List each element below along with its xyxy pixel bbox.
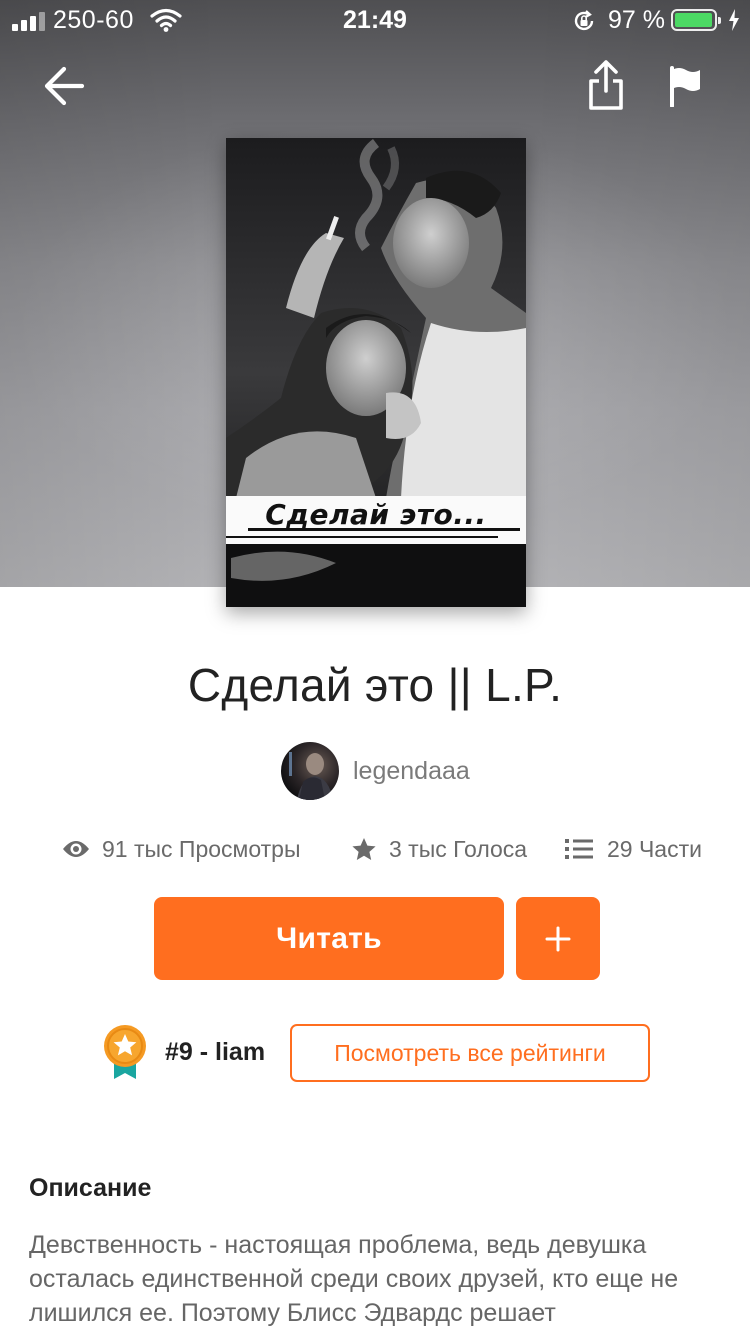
- list-icon: [565, 838, 595, 860]
- author-name[interactable]: legendaaa: [353, 757, 470, 786]
- share-icon: [589, 60, 623, 110]
- votes-count: 3 тыс Голоса: [389, 835, 528, 862]
- arrow-left-icon: [44, 66, 85, 106]
- cover-title-text: Сделай это...: [265, 498, 487, 531]
- story-cover-image[interactable]: Сделай это...: [226, 138, 526, 607]
- description-text: Девственность - настоящая проблема, ведь…: [29, 1231, 679, 1327]
- eye-icon: [62, 839, 90, 859]
- ranking-badge: #9 - liam: [100, 1022, 265, 1082]
- parts-stat: 29 Части: [565, 830, 702, 868]
- views-count: 91 тыс Просмотры: [102, 835, 301, 862]
- medal-icon: [100, 1023, 150, 1081]
- description-heading: Описание: [29, 1174, 152, 1202]
- add-to-library-button[interactable]: [516, 897, 600, 980]
- plus-icon: [545, 926, 571, 951]
- votes-stat: 3 тыс Голоса: [351, 830, 527, 868]
- back-button[interactable]: [36, 58, 92, 114]
- author-avatar[interactable]: [281, 742, 339, 800]
- author-link[interactable]: legendaaa: [281, 741, 470, 801]
- read-button[interactable]: Читать: [154, 897, 504, 980]
- view-all-ratings-button[interactable]: Посмотреть все рейтинги: [290, 1024, 650, 1082]
- story-stats: 91 тыс Просмотры 3 тыс Голоса 29 Части: [0, 830, 750, 868]
- status-bar: 250-60 21:49 97 %: [0, 0, 750, 40]
- battery-icon: [671, 9, 721, 31]
- rotation-lock-icon: [572, 9, 596, 40]
- charging-bolt-icon: [728, 9, 740, 38]
- cover-divider: [248, 528, 520, 531]
- story-title: Сделай это || L.P.: [187, 659, 563, 711]
- views-stat: 91 тыс Просмотры: [62, 830, 301, 868]
- story-details-screen: 250-60 21:49 97 % Сделай это... Сделай э…: [0, 0, 750, 1334]
- star-icon: [351, 837, 377, 862]
- share-button[interactable]: [580, 55, 632, 115]
- parts-count: 29 Части: [607, 835, 702, 862]
- rank-label: #9 - liam: [165, 1037, 266, 1066]
- battery-percentage: 97 %: [608, 6, 665, 34]
- flag-icon: [670, 66, 700, 107]
- report-button[interactable]: [660, 58, 712, 114]
- cover-divider: [226, 536, 498, 538]
